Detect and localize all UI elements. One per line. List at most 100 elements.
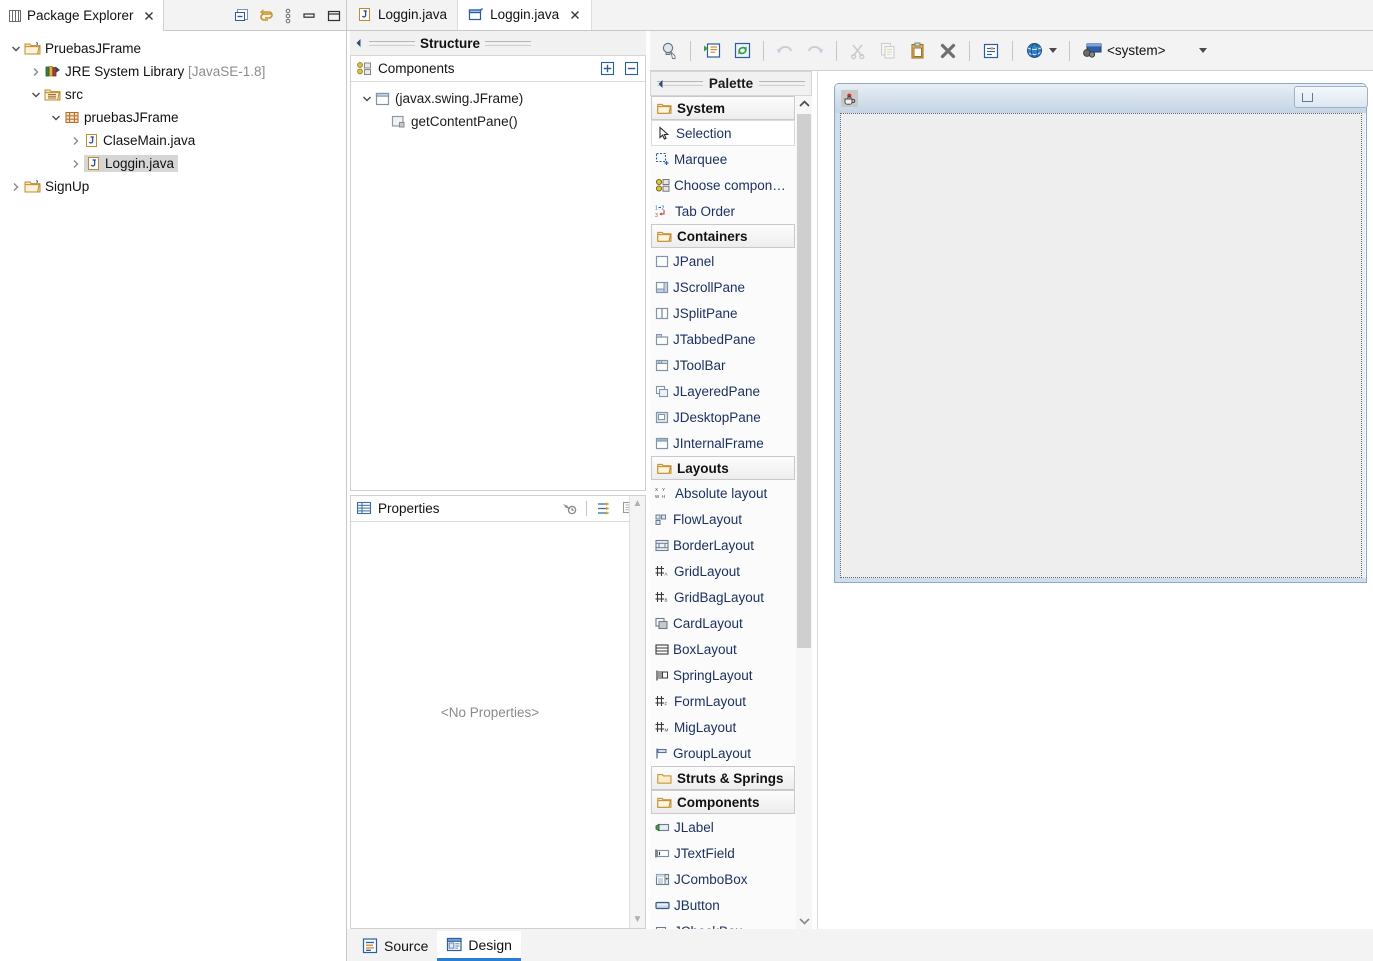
collapse-all-icon[interactable] — [234, 8, 250, 24]
properties-button[interactable] — [978, 38, 1004, 64]
open-source-button[interactable] — [699, 38, 725, 64]
delete-button[interactable] — [935, 38, 961, 64]
palette-item-jinternalframe[interactable]: JInternalFrame — [650, 430, 796, 456]
palette-category-struts-springs[interactable]: Struts & Springs — [651, 766, 795, 790]
palette-category-layouts[interactable]: Layouts — [651, 456, 795, 480]
svg-text:M: M — [665, 727, 669, 732]
palette-item-jpanel[interactable]: JPanel — [650, 248, 796, 274]
palette-item-formlayout[interactable]: F FormLayout — [650, 688, 796, 714]
palette-item-gridlayout[interactable]: A GridLayout — [650, 558, 796, 584]
palette-item-marquee[interactable]: Marquee — [650, 146, 796, 172]
tab-design[interactable]: Design — [437, 931, 521, 961]
component-item-jframe[interactable]: (javax.swing.JFrame) — [351, 87, 645, 110]
tree-item-signup[interactable]: SignUp — [0, 175, 346, 198]
view-menu-icon[interactable] — [284, 8, 292, 24]
chevron-right-icon[interactable] — [8, 182, 24, 192]
copy-button[interactable] — [875, 38, 901, 64]
chevron-down-icon[interactable] — [1049, 48, 1057, 53]
palette-item-jtabbedpane[interactable]: JTabbedPane — [650, 326, 796, 352]
palette-item-jtextfield[interactable]: JTextField — [650, 840, 796, 866]
palette-item-selection[interactable]: Selection — [651, 120, 795, 146]
redo-button[interactable] — [802, 38, 828, 64]
expand-all-icon[interactable] — [600, 61, 615, 76]
chevron-down-icon[interactable] — [8, 44, 24, 54]
chevron-right-icon[interactable] — [68, 136, 84, 146]
close-icon[interactable] — [569, 9, 581, 21]
palette-item-gridbaglayout[interactable]: B GridBagLayout — [650, 584, 796, 610]
tree-item-src[interactable]: src — [0, 83, 346, 106]
collapse-left-icon[interactable] — [656, 78, 666, 90]
properties-scrollbar[interactable]: ▲ ▼ — [629, 496, 645, 928]
palette-item-jcheckbox[interactable]: JCheckBox — [650, 918, 796, 929]
cut-button[interactable] — [845, 38, 871, 64]
palette-item-tab-order[interactable]: 1 2 3 Tab Order — [650, 198, 796, 224]
window-minimize-icon[interactable] — [1302, 92, 1313, 102]
palette-item-jbutton[interactable]: JButton — [650, 892, 796, 918]
chevron-down-icon[interactable]: ▼ — [633, 915, 643, 925]
palette-item-cardlayout[interactable]: CardLayout — [650, 610, 796, 636]
collapse-all-icon[interactable] — [624, 61, 639, 76]
palette-category-system[interactable]: System — [651, 96, 795, 120]
tree-item-clasemain-java[interactable]: ClaseMain.java — [0, 129, 346, 152]
choose-component-icon — [655, 178, 670, 193]
jframe-preview[interactable] — [834, 83, 1368, 583]
link-with-editor-icon[interactable] — [259, 8, 275, 24]
look-and-feel-icon — [1082, 42, 1102, 60]
collapse-left-icon[interactable] — [354, 37, 364, 49]
refresh-button[interactable] — [729, 38, 755, 64]
chevron-down-icon[interactable] — [28, 90, 44, 100]
jframe-window-controls[interactable] — [1294, 86, 1368, 108]
minimize-icon[interactable] — [301, 8, 317, 24]
palette-item-boxlayout[interactable]: BoxLayout — [650, 636, 796, 662]
component-item-getcontentpane[interactable]: getContentPane() — [351, 110, 645, 133]
tab-package-explorer[interactable]: Package Explorer — [0, 0, 164, 31]
tree-item-jre-system-library[interactable]: JRE System Library [JavaSE-1.8] — [0, 60, 346, 83]
palette-item-jlabel[interactable]: JLabel — [650, 814, 796, 840]
undo-button[interactable] — [772, 38, 798, 64]
palette-item-miglayout[interactable]: M MigLayout — [650, 714, 796, 740]
close-icon[interactable] — [143, 10, 155, 22]
palette-scrollbar-thumb[interactable] — [797, 114, 811, 648]
palette-item-jlayeredpane[interactable]: JLayeredPane — [650, 378, 796, 404]
paste-button[interactable] — [905, 38, 931, 64]
design-canvas[interactable] — [817, 71, 1373, 929]
look-and-feel-combo[interactable]: <system> — [1078, 42, 1211, 60]
palette-category-components[interactable]: Components — [651, 790, 795, 814]
palette-item-jdesktoppane[interactable]: JDesktopPane — [650, 404, 796, 430]
jframe-content-pane[interactable] — [840, 113, 1362, 578]
palette-scrollbar[interactable] — [796, 96, 812, 929]
palette-item-borderlayout[interactable]: BorderLayout — [650, 532, 796, 558]
tab-source[interactable]: Source — [353, 931, 438, 961]
chevron-right-icon[interactable] — [28, 67, 44, 77]
chevron-down-icon[interactable] — [1198, 48, 1207, 53]
jlayeredpane-icon — [655, 385, 669, 398]
jcombobox-icon — [655, 873, 670, 886]
tree-item-pruebasjframe[interactable]: PruebasJFrame — [0, 37, 346, 60]
chevron-down-icon[interactable] — [796, 913, 812, 929]
locale-combo[interactable] — [1021, 41, 1061, 60]
palette-category-containers[interactable]: Containers — [651, 224, 795, 248]
palette-item-springlayout[interactable]: SpringLayout — [650, 662, 796, 688]
chevron-right-icon[interactable] — [68, 159, 84, 169]
editor-tab-loggin-source[interactable]: Loggin.java — [347, 0, 459, 30]
tree-item-pruebasjframe-package[interactable]: pruebasJFrame — [0, 106, 346, 129]
chevron-up-icon[interactable] — [796, 96, 812, 112]
jtoolbar-icon — [655, 359, 669, 372]
palette-item-flowlayout[interactable]: FlowLayout — [650, 506, 796, 532]
palette-item-grouplayout[interactable]: GroupLayout — [650, 740, 796, 766]
editor-tab-loggin-design[interactable]: Loggin.java — [458, 0, 593, 30]
palette-item-jsplitpane[interactable]: JSplitPane — [650, 300, 796, 326]
palette-item-jscrollpane[interactable]: JScrollPane — [650, 274, 796, 300]
chevron-up-icon[interactable]: ▲ — [633, 499, 643, 509]
chevron-down-icon[interactable] — [48, 113, 64, 123]
palette-item-jcombobox[interactable]: JComboBox — [650, 866, 796, 892]
chevron-down-icon[interactable] — [359, 94, 375, 104]
palette-item-jtoolbar[interactable]: JToolBar — [650, 352, 796, 378]
java-project-icon — [24, 41, 41, 56]
maximize-icon[interactable] — [326, 8, 342, 24]
tree-item-loggin-java[interactable]: Loggin.java — [0, 152, 346, 175]
palette-item-absolute-layout[interactable]: XYWH Absolute layout — [650, 480, 796, 506]
jframe-titlebar[interactable] — [835, 84, 1368, 113]
test-preview-button[interactable] — [656, 38, 682, 64]
palette-item-choose-component[interactable]: Choose compon… — [650, 172, 796, 198]
